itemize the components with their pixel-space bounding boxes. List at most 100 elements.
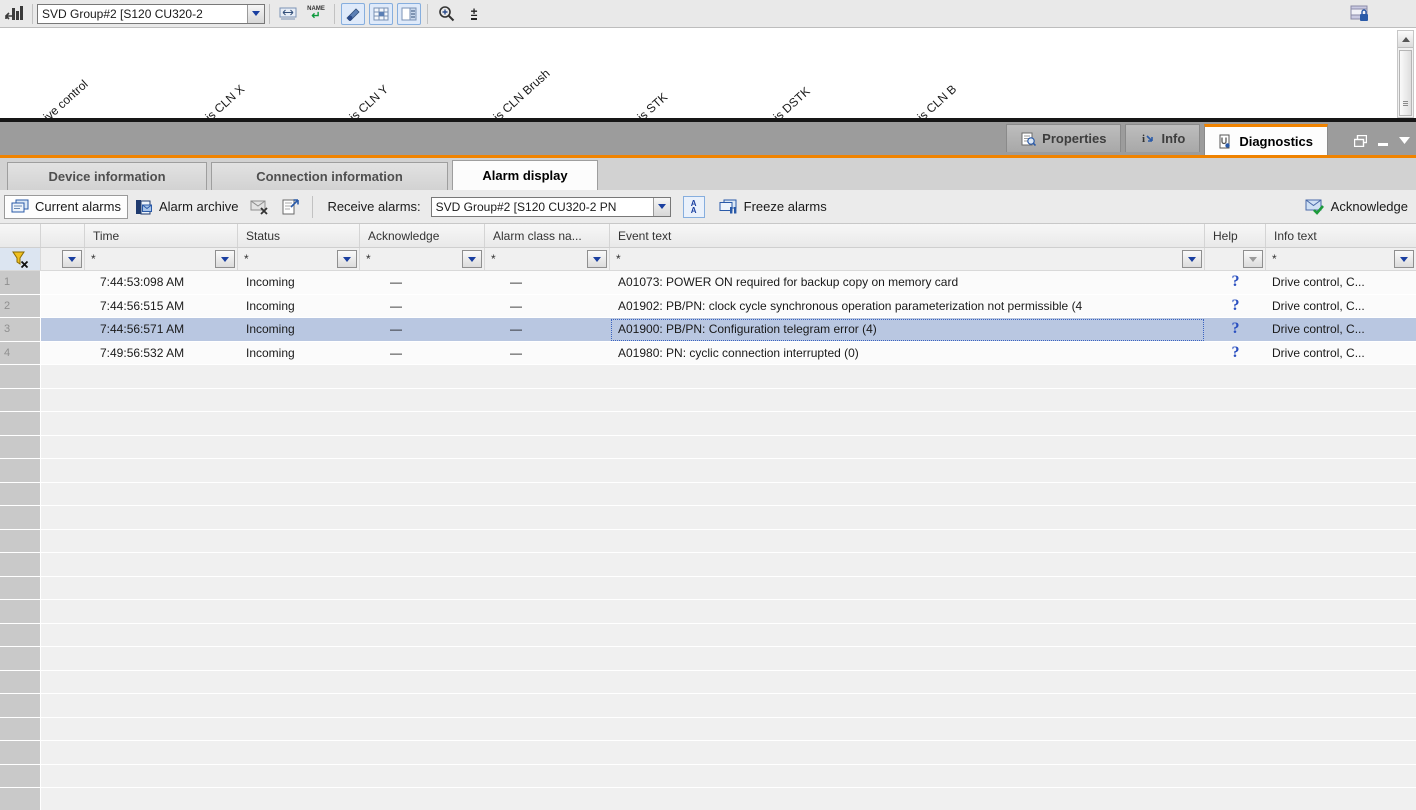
alarm-status[interactable]: Incoming	[238, 295, 360, 319]
float-window-icon[interactable]	[1354, 135, 1367, 147]
header-acknowledge[interactable]: Acknowledge	[360, 224, 485, 247]
alarm-acknowledge[interactable]: —	[360, 318, 485, 342]
clear-archive-button[interactable]	[244, 199, 276, 215]
tab-connection-information-label: Connection information	[256, 169, 403, 184]
alarm-status[interactable]: Incoming	[238, 318, 360, 342]
current-alarms-button[interactable]: Current alarms	[4, 195, 128, 219]
tab-alarm-display[interactable]: Alarm display	[452, 160, 598, 190]
column-view-icon[interactable]	[397, 3, 421, 25]
receive-alarms-arrow[interactable]	[653, 198, 670, 216]
help-question-icon[interactable]: ?	[1205, 273, 1266, 291]
filter-dropdown[interactable]	[1394, 250, 1414, 268]
vertical-scrollbar[interactable]	[1397, 30, 1414, 118]
alarm-row[interactable]: 37:44:56:571 AMIncoming——A01900: PB/PN: …	[0, 318, 1416, 342]
header-info-text[interactable]: Info text	[1266, 224, 1416, 247]
edit-mode-icon[interactable]	[341, 3, 365, 25]
help-question-icon[interactable]: ?	[1205, 320, 1266, 338]
header-rownum	[0, 224, 41, 247]
alarm-status[interactable]: Incoming	[238, 271, 360, 295]
filter-dropdown[interactable]	[62, 250, 82, 268]
filter-dropdown[interactable]	[1182, 250, 1202, 268]
alarm-help-cell[interactable]: ?	[1205, 271, 1266, 295]
filter-icon-col[interactable]	[41, 248, 85, 270]
filter-event-text[interactable]: *	[610, 248, 1205, 270]
empty-row-body	[41, 412, 1416, 436]
alarm-info-text[interactable]: Drive control, C...	[1266, 295, 1416, 319]
column-width-icon[interactable]	[276, 3, 300, 25]
filter-acknowledge[interactable]: *	[360, 248, 485, 270]
alarm-row[interactable]: 17:44:53:098 AMIncoming——A01073: POWER O…	[0, 271, 1416, 295]
alarm-event-text[interactable]: A01980: PN: cyclic connection interrupte…	[610, 342, 1205, 366]
alarm-time[interactable]: 7:44:56:571 AM	[85, 318, 238, 342]
alarm-time[interactable]: 7:44:53:098 AM	[85, 271, 238, 295]
tab-connection-information[interactable]: Connection information	[211, 162, 448, 190]
tab-device-information[interactable]: Device information	[7, 162, 207, 190]
receive-alarms-dropdown[interactable]: SVD Group#2 [S120 CU320-2 PN	[431, 197, 671, 217]
header-time[interactable]: Time	[85, 224, 238, 247]
alarm-acknowledge[interactable]: —	[360, 295, 485, 319]
filter-dropdown[interactable]	[462, 250, 482, 268]
tab-properties[interactable]: Properties	[1006, 124, 1121, 152]
collapse-pane-icon[interactable]	[1377, 135, 1389, 147]
inspector-window-controls	[1354, 135, 1410, 147]
tab-info[interactable]: i Info	[1125, 124, 1200, 152]
header-status[interactable]: Status	[238, 224, 360, 247]
empty-row	[0, 506, 1416, 530]
alarm-archive-button[interactable]: Alarm archive	[128, 199, 244, 215]
alarm-help-cell[interactable]: ?	[1205, 295, 1266, 319]
filter-dropdown[interactable]	[337, 250, 357, 268]
alarm-class[interactable]: —	[485, 318, 610, 342]
filter-alarm-class[interactable]: *	[485, 248, 610, 270]
filter-time[interactable]: *	[85, 248, 238, 270]
scrollbar-thumb[interactable]	[1399, 50, 1412, 116]
grid-view-icon[interactable]	[369, 3, 393, 25]
alarm-class[interactable]: —	[485, 271, 610, 295]
function-view-nav-icon[interactable]	[2, 3, 26, 25]
window-lock-icon[interactable]	[1348, 3, 1372, 25]
header-event-text[interactable]: Event text	[610, 224, 1205, 247]
alarm-acknowledge[interactable]: —	[360, 271, 485, 295]
header-help[interactable]: Help	[1205, 224, 1266, 247]
device-selector-dropdown[interactable]: SVD Group#2 [S120 CU320-2	[37, 4, 265, 24]
header-alarm-class[interactable]: Alarm class na...	[485, 224, 610, 247]
help-question-icon[interactable]: ?	[1205, 297, 1266, 315]
alarm-class[interactable]: —	[485, 342, 610, 366]
tab-diagnostics[interactable]: Diagnostics	[1204, 124, 1328, 155]
scroll-up-button[interactable]	[1398, 31, 1413, 48]
parameter-name-icon[interactable]: NAME ↵	[304, 3, 328, 25]
row-icon-cell	[41, 318, 85, 342]
filter-info-text[interactable]: *	[1266, 248, 1416, 270]
alarm-help-cell[interactable]: ?	[1205, 318, 1266, 342]
freeze-alarms-button[interactable]: Freeze alarms	[713, 199, 833, 214]
help-question-icon[interactable]: ?	[1205, 344, 1266, 362]
alarm-row[interactable]: 47:49:56:532 AMIncoming——A01980: PN: cyc…	[0, 342, 1416, 366]
alarm-row[interactable]: 27:44:56:515 AMIncoming——A01902: PB/PN: …	[0, 295, 1416, 319]
chevron-down-icon[interactable]	[1399, 137, 1410, 145]
filter-value: *	[244, 252, 249, 266]
filter-dropdown[interactable]	[587, 250, 607, 268]
zoom-keep-icon[interactable]: ±	[462, 3, 486, 25]
alarm-help-cell[interactable]: ?	[1205, 342, 1266, 366]
alarm-acknowledge[interactable]: —	[360, 342, 485, 366]
device-selector-arrow[interactable]	[247, 5, 264, 23]
alarm-info-text[interactable]: Drive control, C...	[1266, 342, 1416, 366]
acknowledge-button[interactable]: Acknowledge	[1305, 198, 1408, 215]
alarm-time[interactable]: 7:44:56:515 AM	[85, 295, 238, 319]
alarm-event-text[interactable]: A01900: PB/PN: Configuration telegram er…	[610, 318, 1205, 342]
filter-dropdown[interactable]	[215, 250, 235, 268]
row-number-empty	[0, 624, 41, 648]
archive-view-toggle[interactable]: AA	[683, 196, 705, 218]
clear-filter-button[interactable]	[0, 248, 41, 270]
alarm-class[interactable]: —	[485, 295, 610, 319]
alarm-filter-row: * * * * * *	[0, 248, 1416, 271]
filter-status[interactable]: *	[238, 248, 360, 270]
alarm-info-text[interactable]: Drive control, C...	[1266, 271, 1416, 295]
alarm-event-text[interactable]: A01073: POWER ON required for backup cop…	[610, 271, 1205, 295]
alarm-info-text[interactable]: Drive control, C...	[1266, 318, 1416, 342]
export-archive-button[interactable]	[276, 198, 306, 215]
empty-row-body	[41, 459, 1416, 483]
alarm-time[interactable]: 7:49:56:532 AM	[85, 342, 238, 366]
alarm-event-text[interactable]: A01902: PB/PN: clock cycle synchronous o…	[610, 295, 1205, 319]
zoom-icon[interactable]	[434, 3, 458, 25]
alarm-status[interactable]: Incoming	[238, 342, 360, 366]
